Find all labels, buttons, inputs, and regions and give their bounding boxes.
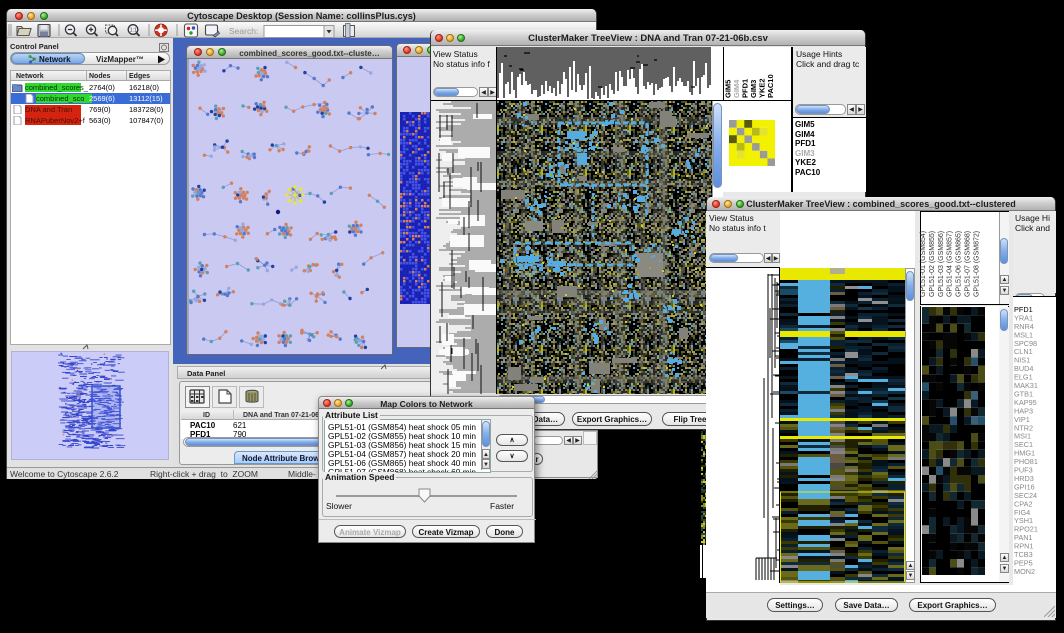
svg-text:GPL51-07 (GSM868): GPL51-07 (GSM868) <box>965 231 972 297</box>
svg-text:GPL51-01 (GSM854): GPL51-01 (GSM854) <box>920 231 927 297</box>
svg-text:GPL51-03 (GSM856): GPL51-03 (GSM856) <box>938 231 945 297</box>
svg-text:GPL51-02 (GSM855): GPL51-02 (GSM855) <box>929 231 936 297</box>
svg-text:GPL51-06 (GSM865): GPL51-06 (GSM865) <box>956 231 963 297</box>
svg-text:MON2: MON2 <box>1014 567 1035 576</box>
svg-text:GPL51-08 (GSM872): GPL51-08 (GSM872) <box>973 231 980 297</box>
svg-text:GPL51-04 (GSM857): GPL51-04 (GSM857) <box>947 231 954 297</box>
